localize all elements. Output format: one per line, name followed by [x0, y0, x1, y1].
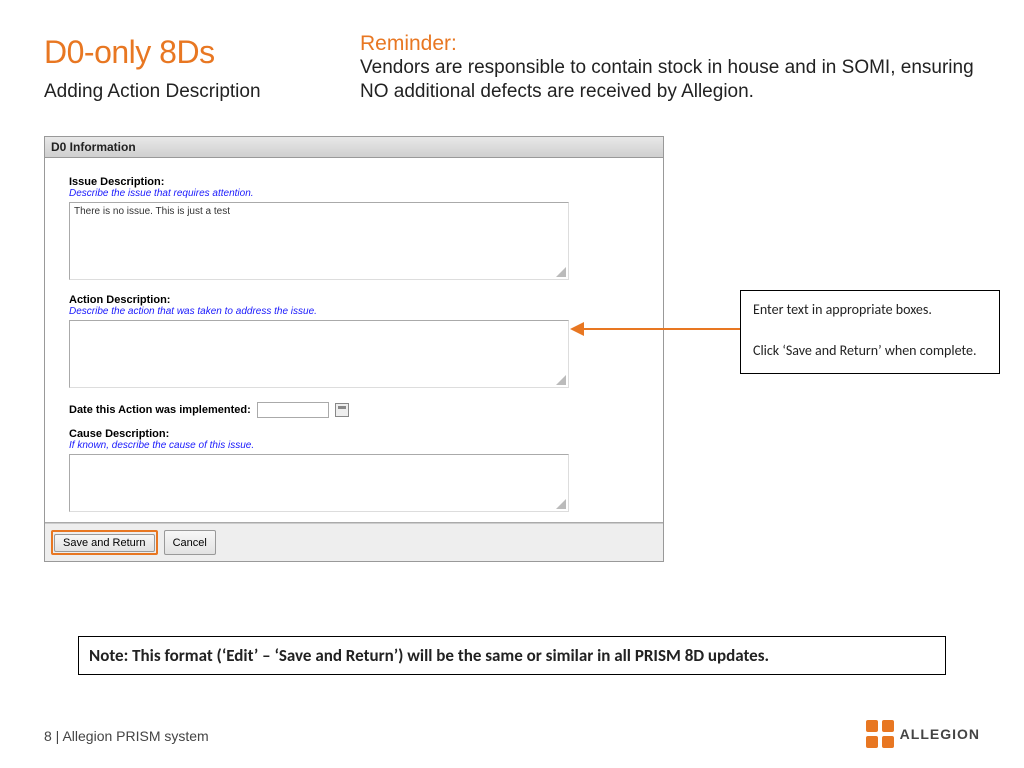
arrow-icon [580, 328, 740, 330]
cause-description-hint: If known, describe the cause of this iss… [69, 440, 639, 451]
issue-description-textarea[interactable]: There is no issue. This is just a test [69, 202, 569, 280]
callout-line1: Enter text in appropriate boxes. [753, 301, 987, 318]
callout-line2: Click ‘Save and Return’ when complete. [753, 342, 987, 359]
action-description-textarea[interactable] [69, 320, 569, 388]
issue-description-value: There is no issue. This is just a test [74, 206, 230, 217]
note-box: Note: This format (‘Edit’ – ‘Save and Re… [78, 636, 946, 675]
system-name: Allegion PRISM system [62, 728, 208, 744]
resize-grip-icon[interactable] [556, 499, 566, 509]
d0-info-window: D0 Information Issue Description: Descri… [44, 136, 664, 562]
cancel-button[interactable]: Cancel [164, 530, 216, 555]
resize-grip-icon[interactable] [556, 267, 566, 277]
button-bar: Save and Return Cancel [45, 523, 663, 561]
issue-description-label: Issue Description: [69, 176, 639, 188]
page-number: 8 [44, 728, 52, 744]
resize-grip-icon[interactable] [556, 375, 566, 385]
window-title: D0 Information [45, 137, 663, 158]
footer-sep: | [52, 728, 63, 744]
reminder-block: Reminder: Vendors are responsible to con… [360, 32, 980, 104]
reminder-text: Vendors are responsible to contain stock… [360, 56, 980, 104]
instruction-callout: Enter text in appropriate boxes. Click ‘… [740, 290, 1000, 374]
reminder-label: Reminder: [360, 32, 457, 55]
issue-description-hint: Describe the issue that requires attenti… [69, 188, 639, 199]
action-description-hint: Describe the action that was taken to ad… [69, 306, 639, 317]
cause-description-label: Cause Description: [69, 428, 639, 440]
date-implemented-input[interactable] [257, 402, 329, 418]
save-and-return-button[interactable]: Save and Return [54, 534, 155, 552]
cause-description-textarea[interactable] [69, 454, 569, 512]
footer: 8 | Allegion PRISM system [44, 728, 209, 744]
allegion-logo: ALLEGION [866, 720, 980, 748]
save-button-highlight: Save and Return [51, 530, 158, 555]
calendar-icon[interactable] [335, 403, 349, 417]
allegion-logo-text: ALLEGION [900, 726, 980, 742]
date-implemented-label: Date this Action was implemented: [69, 404, 251, 416]
allegion-logo-mark-icon [866, 720, 894, 748]
action-description-label: Action Description: [69, 294, 639, 306]
